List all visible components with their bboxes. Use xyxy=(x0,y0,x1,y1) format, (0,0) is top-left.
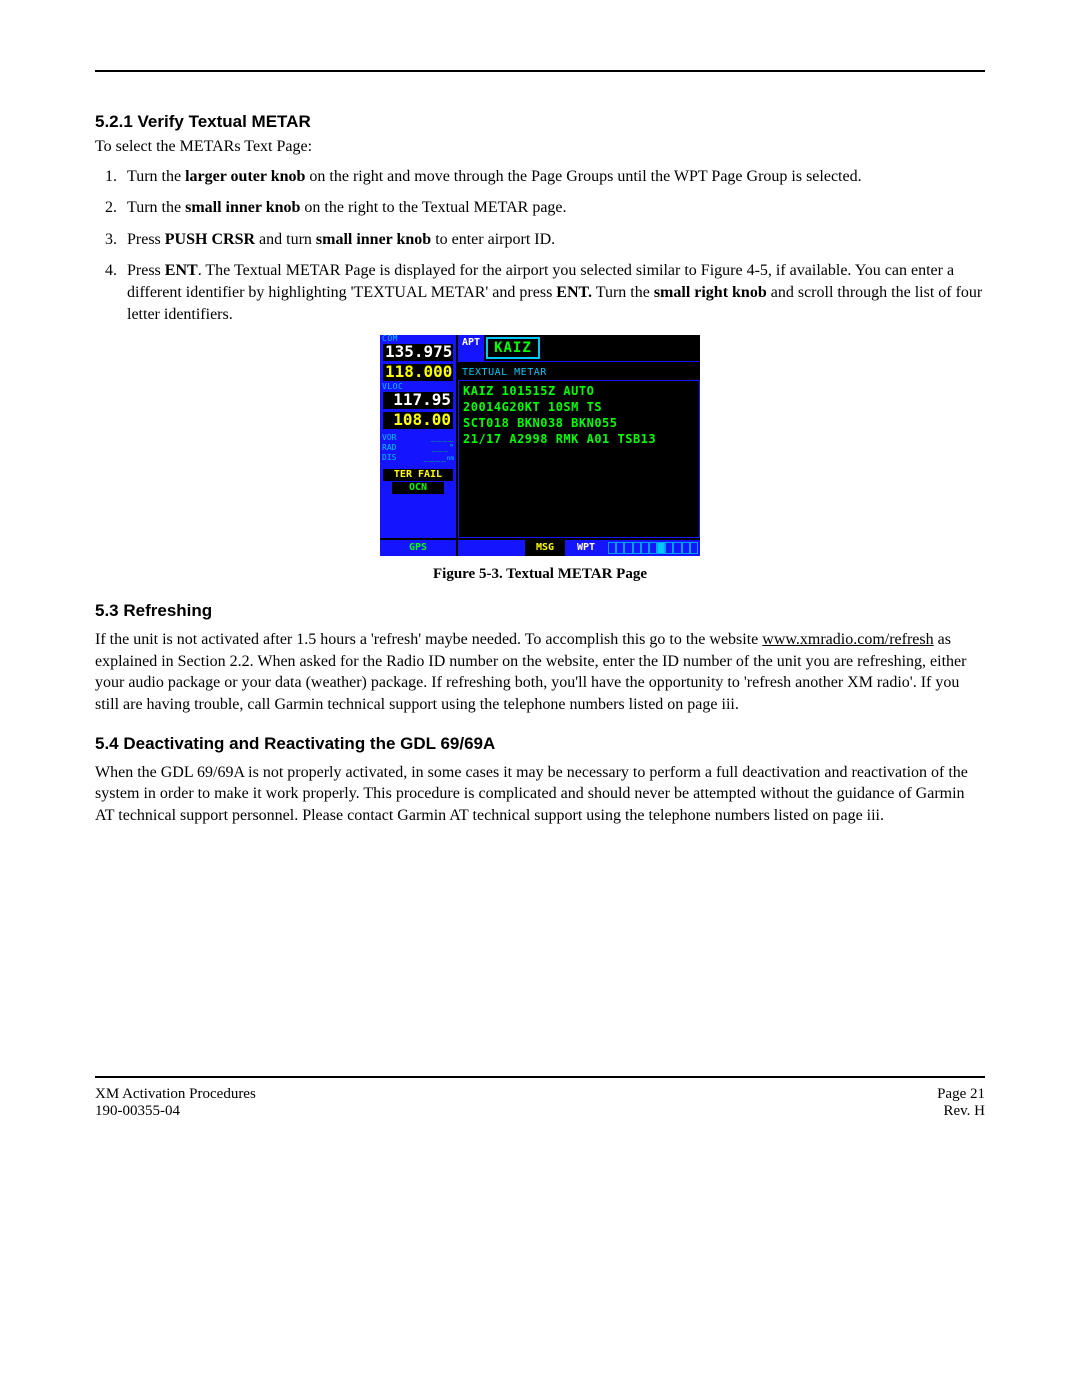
gps-nav-device: COM 135.975 118.000 VLOC 117.95 108.00 V… xyxy=(380,335,700,556)
rad-dashes: ___ xyxy=(432,443,449,452)
step-2: Turn the small inner knob on the right t… xyxy=(121,197,985,219)
msg-annunciator: MSG xyxy=(524,540,566,556)
step-4: Press ENT. The Textual METAR Page is dis… xyxy=(121,260,985,325)
apt-label: APT xyxy=(458,335,484,361)
step-4-mid2: Turn the xyxy=(592,284,654,301)
step-3-post: to enter airport ID. xyxy=(431,231,555,248)
page-group-indicator xyxy=(606,540,700,556)
gps-annunciator: GPS xyxy=(380,540,458,556)
ocn-annunciator: OCN xyxy=(392,482,444,494)
dis-label: DIS xyxy=(382,454,396,462)
step-3-mid: and turn xyxy=(255,231,316,248)
step-4-b1: ENT xyxy=(165,262,198,279)
step-2-pre: Turn the xyxy=(127,199,185,216)
lead-5-2-1: To select the METARs Text Page: xyxy=(95,136,985,158)
vor-block: VOR____ RAD___° DIS____nm xyxy=(380,431,456,467)
footer-doc-title: XM Activation Procedures xyxy=(95,1086,256,1103)
apt-row: APT KAIZ xyxy=(458,335,700,362)
heading-5-3: 5.3 Refreshing xyxy=(95,601,985,621)
wpt-annunciator: WPT xyxy=(566,540,606,556)
metar-line-4: 21/17 A2998 RMK A01 TSB13 xyxy=(463,431,695,447)
step-3: Press PUSH CRSR and turn small inner kno… xyxy=(121,229,985,251)
textual-metar-subheader: TEXTUAL METAR xyxy=(458,362,700,381)
step-4-pre: Press xyxy=(127,262,165,279)
step-1-bold: larger outer knob xyxy=(185,168,305,185)
steps-list: Turn the larger outer knob on the right … xyxy=(95,166,985,326)
device-left-column: COM 135.975 118.000 VLOC 117.95 108.00 V… xyxy=(380,335,458,538)
footer-doc-number: 190-00355-04 xyxy=(95,1103,256,1120)
figure-5-3: COM 135.975 118.000 VLOC 117.95 108.00 V… xyxy=(95,335,985,556)
vor-label: VOR xyxy=(382,434,396,442)
figure-caption: Figure 5-3. Textual METAR Page xyxy=(95,566,985,583)
metar-text-body: KAIZ 101515Z AUTO 20014G20KT 10SM TS SCT… xyxy=(458,381,700,538)
body-5-4: When the GDL 69/69A is not properly acti… xyxy=(95,762,985,827)
footer-page-number: Page 21 xyxy=(937,1086,985,1103)
footer-right: Page 21 Rev. H xyxy=(937,1086,985,1120)
ter-fail-annunciator: TER FAIL xyxy=(383,469,453,481)
bottom-rule xyxy=(95,1076,985,1078)
heading-5-2-1: 5.2.1 Verify Textual METAR xyxy=(95,112,985,132)
refresh-url: www.xmradio.com/refresh xyxy=(762,631,933,648)
top-rule xyxy=(95,70,985,72)
vloc-standby-freq: 108.00 xyxy=(382,411,454,430)
step-3-pre: Press xyxy=(127,231,165,248)
vor-dashes: ____ xyxy=(431,434,454,442)
heading-5-4: 5.4 Deactivating and Reactivating the GD… xyxy=(95,734,985,754)
com-active-freq: 135.975 xyxy=(382,343,454,362)
metar-line-2: 20014G20KT 10SM TS xyxy=(463,399,695,415)
step-1-post: on the right and move through the Page G… xyxy=(305,168,861,185)
metar-line-1: KAIZ 101515Z AUTO xyxy=(463,383,695,399)
page-footer: XM Activation Procedures 190-00355-04 Pa… xyxy=(95,1086,985,1120)
rad-label: RAD xyxy=(382,444,396,452)
step-2-bold: small inner knob xyxy=(185,199,300,216)
apt-identifier: KAIZ xyxy=(486,337,540,359)
step-1-pre: Turn the xyxy=(127,168,185,185)
dis-dashes: ____ xyxy=(424,453,447,462)
step-3-b2: small inner knob xyxy=(316,231,431,248)
rad-suffix: ° xyxy=(449,443,454,452)
dis-suffix: nm xyxy=(447,455,454,462)
body-5-3: If the unit is not activated after 1.5 h… xyxy=(95,629,985,715)
metar-line-3: SCT018 BKN038 BKN055 xyxy=(463,415,695,431)
step-3-b1: PUSH CRSR xyxy=(165,231,255,248)
device-right-column: APT KAIZ TEXTUAL METAR KAIZ 101515Z AUTO… xyxy=(458,335,700,538)
body-5-3-pre: If the unit is not activated after 1.5 h… xyxy=(95,631,762,648)
step-1: Turn the larger outer knob on the right … xyxy=(121,166,985,188)
footer-left: XM Activation Procedures 190-00355-04 xyxy=(95,1086,256,1120)
document-page: 5.2.1 Verify Textual METAR To select the… xyxy=(0,0,1080,1170)
step-4-b2: ENT. xyxy=(556,284,592,301)
footer-revision: Rev. H xyxy=(937,1103,985,1120)
step-2-post: on the right to the Textual METAR page. xyxy=(300,199,566,216)
com-standby-freq: 118.000 xyxy=(382,363,454,382)
step-4-b3: small right knob xyxy=(654,284,767,301)
vloc-active-freq: 117.95 xyxy=(382,391,454,410)
device-status-bar: GPS MSG WPT xyxy=(380,538,700,556)
